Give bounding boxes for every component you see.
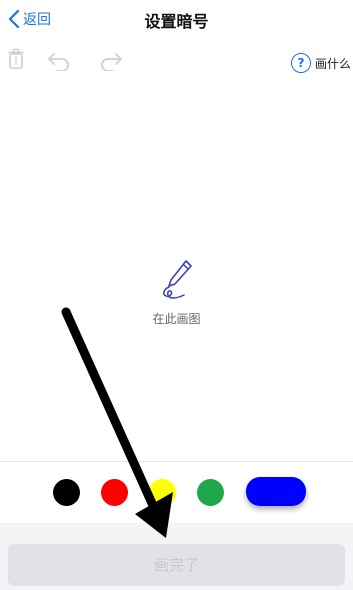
undo-icon[interactable] <box>47 51 71 75</box>
hint-text: 在此画图 <box>152 312 201 326</box>
color-swatch-red[interactable] <box>101 479 128 506</box>
done-drawing-button[interactable]: 画完了 <box>8 544 345 586</box>
question-circle-icon: ? <box>290 53 311 73</box>
color-swatch-green[interactable] <box>197 479 224 506</box>
navigation-bar: 返回 设置暗号 <box>0 0 353 40</box>
redo-icon[interactable] <box>99 51 123 75</box>
color-swatch-yellow[interactable] <box>149 479 176 506</box>
help-label: 画什么 <box>314 56 351 71</box>
draw-hint: 在此画图 <box>0 258 353 327</box>
color-swatch-black[interactable] <box>53 479 80 506</box>
bottom-bar: 画完了 <box>0 523 353 590</box>
page-title: 设置暗号 <box>144 12 209 31</box>
trash-icon[interactable] <box>8 48 24 74</box>
pencil-icon <box>162 260 192 299</box>
color-swatch-blue[interactable] <box>246 477 306 506</box>
what-to-draw-button[interactable]: ? 画什么 <box>290 53 351 73</box>
color-palette <box>0 461 353 523</box>
